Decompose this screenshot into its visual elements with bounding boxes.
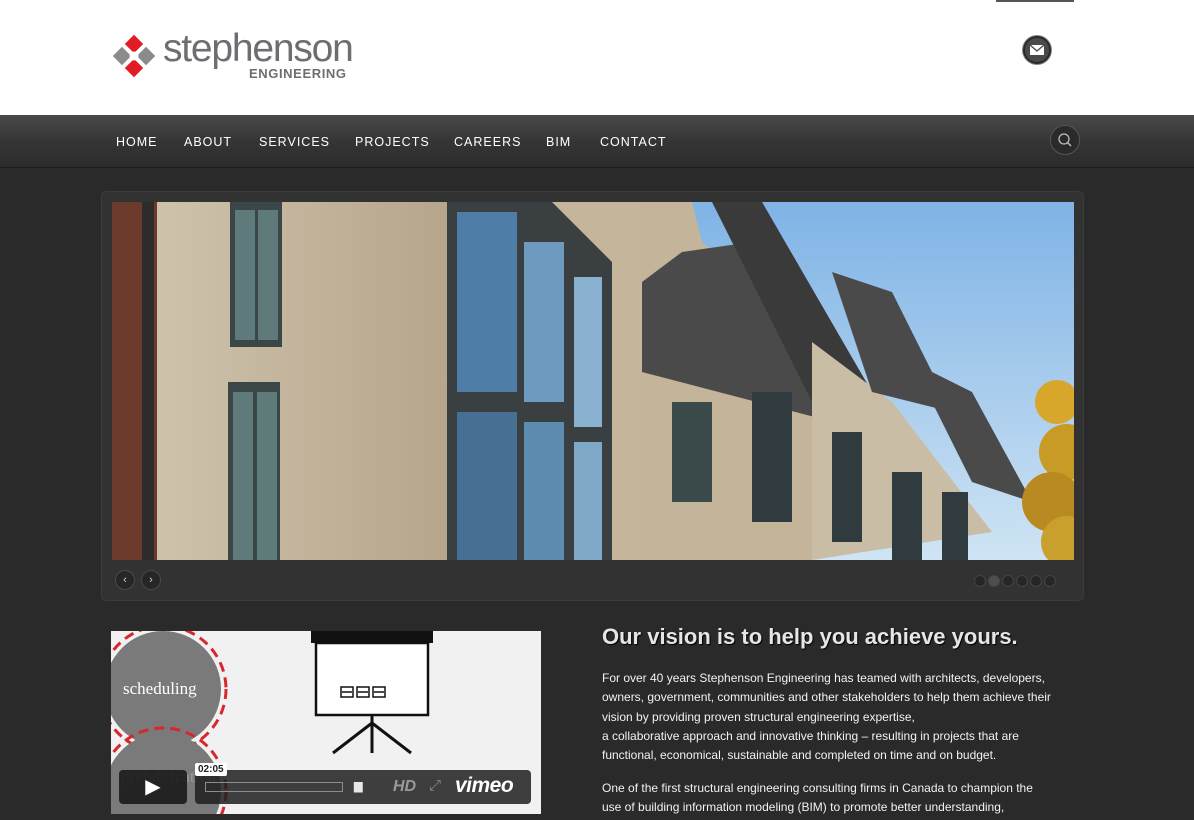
nav-item-bim[interactable]: BIM <box>546 135 571 149</box>
video-player[interactable]: scheduling prefabrication ▶ |||||||| HD … <box>111 631 541 814</box>
slider-dot[interactable] <box>1002 575 1014 587</box>
paragraph-line: One of the first structural engineering … <box>602 781 1033 795</box>
video-controls: ▶ |||||||| HD ⤢ vimeo 02:05 <box>119 763 533 806</box>
building-photo <box>112 202 1074 560</box>
paragraph-line: owners, government, communities and othe… <box>602 690 1051 705</box>
slider-next-button[interactable]: › <box>141 570 161 590</box>
nav-item-services[interactable]: SERVICES <box>259 135 330 149</box>
slider-dot[interactable] <box>974 575 986 587</box>
slider-dot[interactable] <box>1030 575 1042 587</box>
nav-item-careers[interactable]: CAREERS <box>454 135 521 149</box>
envelope-icon <box>1029 44 1045 55</box>
progress-bar[interactable] <box>205 782 343 792</box>
logo-mark-icon <box>112 34 156 78</box>
search-icon <box>1058 133 1072 147</box>
nav-item-contact[interactable]: CONTACT <box>600 135 667 149</box>
chevron-right-icon: › <box>149 574 153 586</box>
vimeo-logo[interactable]: vimeo <box>455 774 514 798</box>
fullscreen-icon[interactable]: ⤢ <box>429 777 441 794</box>
paragraph-line: a collaborative approach and innovative … <box>602 728 1019 743</box>
logo-subtitle: ENGINEERING <box>249 66 347 81</box>
site-header: stephenson ENGINEERING <box>0 0 1194 115</box>
play-button[interactable]: ▶ <box>119 770 187 804</box>
hd-button[interactable]: HD <box>393 778 416 796</box>
hero-slider: ‹ › <box>101 191 1084 601</box>
timecode: 02:05 <box>195 763 227 776</box>
slider-dot[interactable] <box>1044 575 1056 587</box>
volume-icon[interactable]: |||||||| <box>353 781 364 793</box>
search-button[interactable] <box>1050 125 1080 155</box>
nav-item-about[interactable]: ABOUT <box>184 135 232 149</box>
paragraph-line: vision by providing proven structural en… <box>602 709 915 724</box>
paragraph-line: For over 40 years Stephenson Engineering… <box>602 671 1045 685</box>
play-icon: ▶ <box>145 776 161 798</box>
logo-wordmark: stephenson <box>163 27 354 70</box>
slide-image[interactable] <box>112 202 1074 560</box>
nav-item-projects[interactable]: PROJECTS <box>355 135 430 149</box>
paragraph-line: functional, economical, sustainable and … <box>602 748 997 763</box>
top-tab[interactable] <box>996 0 1074 2</box>
slider-dot-active[interactable] <box>988 575 1000 587</box>
logo[interactable]: stephenson ENGINEERING <box>111 27 354 83</box>
slider-dot[interactable] <box>1016 575 1028 587</box>
chevron-left-icon: ‹ <box>123 574 127 586</box>
intro-paragraph: For over 40 years Stephenson Engineering… <box>602 669 1072 765</box>
vision-heading: Our vision is to help you achieve yours. <box>602 624 1018 649</box>
video-control-bar: |||||||| HD ⤢ vimeo <box>195 770 531 804</box>
video-label-scheduling: scheduling <box>123 679 197 698</box>
mail-button[interactable] <box>1023 36 1051 64</box>
bim-paragraph: One of the first structural engineering … <box>602 779 1072 818</box>
slider-prev-button[interactable]: ‹ <box>115 570 135 590</box>
main-nav: HOME ABOUT SERVICES PROJECTS CAREERS BIM… <box>0 115 1194 168</box>
nav-item-home[interactable]: HOME <box>116 135 158 149</box>
paragraph-line: use of building information modeling (BI… <box>602 800 1005 815</box>
